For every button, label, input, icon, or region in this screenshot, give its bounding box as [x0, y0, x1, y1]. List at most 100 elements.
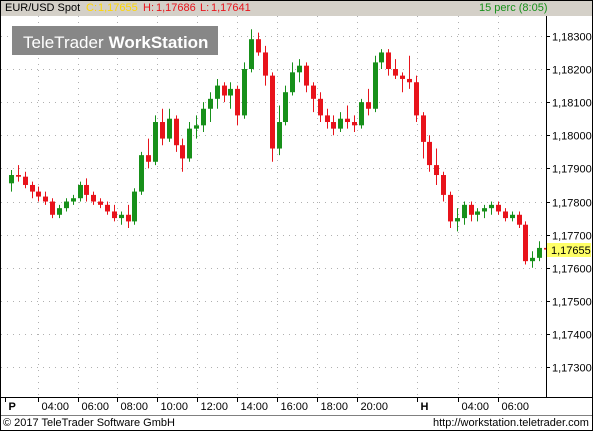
candle-body: [331, 122, 336, 129]
candle-up: [373, 55, 378, 113]
candle-body: [523, 224, 528, 262]
candle-up: [297, 59, 302, 83]
candle-up: [475, 208, 480, 222]
candle-body: [235, 88, 240, 116]
low-label: L:: [200, 2, 210, 14]
candle-down: [345, 105, 350, 129]
candle-body: [352, 122, 357, 126]
candle-body: [167, 118, 172, 139]
y-tick-label: 1,17300: [552, 363, 592, 375]
x-tick-label: 16:00: [281, 401, 309, 413]
candle-down: [496, 201, 501, 215]
copyright-text: © 2017 TeleTrader Software GmbH: [3, 417, 175, 429]
teletrader-logo: TeleTrader WorkStation: [12, 26, 218, 55]
low-value: 1,17641: [211, 2, 251, 14]
candle-down: [352, 115, 357, 132]
candle-body: [228, 88, 233, 96]
candle-body: [23, 176, 28, 185]
candle-body: [517, 214, 522, 225]
candle-up: [64, 198, 69, 212]
x-tick-label: 18:00: [321, 401, 349, 413]
website-link[interactable]: http://workstation.teletrader.com: [433, 416, 589, 430]
candle-down: [146, 138, 151, 169]
candle-down: [318, 92, 323, 123]
x-tick-label: 12:00: [201, 401, 229, 413]
candle-body: [530, 257, 535, 262]
candle-body: [78, 184, 83, 199]
candle-down: [84, 178, 89, 202]
candle-body: [434, 165, 439, 176]
candle-body: [448, 194, 453, 222]
candle-body: [427, 141, 432, 166]
candle-down: [222, 82, 227, 103]
x-tick-label: H: [421, 401, 429, 413]
candle-body: [249, 39, 254, 70]
candle-body: [510, 214, 515, 219]
candle-body: [304, 65, 309, 86]
candle-body: [482, 208, 487, 212]
candle-body: [132, 191, 137, 222]
candle-body: [400, 75, 405, 79]
candle-body: [174, 118, 179, 146]
chart-window: 1,17300 1,17400 1,17500 1,17600 1,17700 1,178…: [0, 0, 593, 431]
candle-down: [386, 49, 391, 76]
candle-body: [373, 62, 378, 109]
candle-down: [180, 138, 185, 172]
x-tick-label: 06:00: [82, 401, 110, 413]
candle-down: [23, 171, 28, 189]
candle-body: [84, 184, 89, 195]
current-price-label: 1,17655: [551, 245, 591, 257]
candle-body: [187, 128, 192, 159]
candle-body: [297, 65, 302, 73]
high-value: 1,17686: [156, 2, 196, 14]
candlestick-chart[interactable]: 1,17300 1,17400 1,17500 1,17600 1,17700 1,178…: [1, 1, 592, 430]
y-tick-label: 1,18000: [552, 131, 592, 143]
candle-up: [242, 62, 247, 119]
candle-body: [50, 201, 55, 215]
candle-body: [153, 122, 158, 162]
instrument-name[interactable]: EUR/USD Spot: [5, 1, 80, 16]
candle-up: [167, 108, 172, 142]
time-axis: P 04:00 06:00 08:00 10:00 12:00 14:00 16:00 18:0…: [5, 397, 529, 413]
candle-body: [91, 194, 96, 202]
interval-label[interactable]: 15 perc (8:05): [479, 1, 547, 16]
candle-down: [441, 171, 446, 202]
candle-body: [469, 204, 474, 215]
candle-up: [283, 85, 288, 126]
candle-up: [455, 208, 460, 232]
candle-down: [448, 191, 453, 229]
candle-up: [249, 29, 254, 73]
candle-down: [311, 82, 316, 113]
candle-down: [523, 221, 528, 265]
y-tick-label: 1,18200: [552, 65, 592, 77]
candle-up: [537, 241, 542, 262]
x-tick-label: 04:00: [42, 401, 70, 413]
candle-up: [132, 188, 137, 225]
candle-down: [400, 72, 405, 93]
candle-down: [407, 55, 412, 89]
current-price-marker: 1,17655: [547, 243, 591, 257]
candle-up: [119, 211, 124, 225]
candle-down: [270, 72, 275, 162]
candle-down: [30, 181, 35, 199]
candle-up: [489, 201, 494, 215]
candle-body: [270, 75, 275, 149]
candle-down: [421, 112, 426, 159]
candle-down: [331, 115, 336, 136]
candle-body: [421, 115, 426, 142]
candle-body: [407, 78, 412, 83]
candle-body: [242, 69, 247, 116]
y-tick-label: 1,18300: [552, 32, 592, 44]
candle-body: [537, 247, 542, 258]
candle-body: [441, 175, 446, 195]
candle-down: [235, 85, 240, 126]
candle-body: [366, 102, 371, 109]
x-tick-label: P: [9, 401, 16, 413]
candle-down: [263, 45, 268, 86]
candle-body: [256, 39, 261, 53]
svg-text:TeleTraderWorkStation: TeleTrader WorkStation: [23, 33, 208, 52]
candle-body: [36, 191, 41, 197]
candle-body: [386, 52, 391, 70]
candle-up: [228, 82, 233, 109]
candle-down: [366, 88, 371, 116]
